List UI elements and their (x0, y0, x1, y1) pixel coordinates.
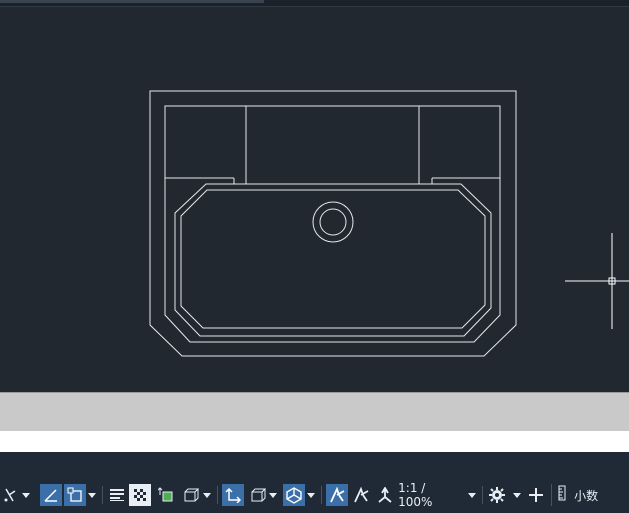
polar-tracking-icon[interactable] (0, 484, 20, 506)
sink-outer-contour (149, 90, 517, 357)
dropdown-arrow[interactable] (20, 484, 32, 506)
units-label: 小数 (574, 488, 599, 503)
dropdown-arrow[interactable] (201, 484, 213, 506)
dynamic-ucs-icon[interactable] (221, 484, 244, 506)
dropdown-arrow[interactable] (267, 484, 279, 506)
dropdown-arrow[interactable] (511, 484, 523, 506)
annotation-scale-icon[interactable] (374, 484, 396, 506)
workspace-gear-icon[interactable] (487, 484, 507, 506)
drain-inner-circle (319, 208, 347, 236)
units-display[interactable]: 小数 (551, 484, 629, 506)
3d-object-snap-icon[interactable] (179, 484, 201, 506)
dropdown-arrow[interactable] (466, 484, 478, 506)
drawing-canvas[interactable] (0, 7, 629, 392)
crosshair-cursor (565, 233, 629, 329)
layout-tabs-bar[interactable] (0, 431, 629, 452)
annotation-visibility-icon[interactable] (326, 484, 349, 506)
annotation-monitor-icon[interactable] (525, 484, 547, 506)
transparency-icon[interactable] (128, 484, 151, 506)
selection-cycling-icon[interactable] (155, 484, 177, 506)
auto-scale-icon[interactable] (350, 484, 372, 506)
annotation-scale-value[interactable]: 1:1 / 100% (396, 481, 466, 509)
lineweight-icon[interactable] (107, 484, 127, 506)
top-strip (0, 0, 629, 7)
command-line-area[interactable] (0, 392, 629, 431)
object-snap-icon[interactable] (63, 484, 86, 506)
units-icon (558, 485, 566, 505)
file-tab-strip[interactable] (0, 0, 264, 3)
drawing-viewport[interactable] (0, 7, 629, 392)
basin-inner-outline (180, 189, 486, 329)
isometric-angle-icon[interactable] (39, 484, 62, 506)
drain-outer-circle (312, 201, 354, 243)
selection-filter-icon[interactable] (246, 484, 268, 506)
gizmo-icon[interactable] (283, 484, 306, 506)
sink-drawing (149, 90, 517, 357)
status-bar: 1:1 / 100% 小数 (0, 452, 629, 513)
basin-outer-outline (174, 183, 492, 337)
sink-inner-contour (164, 105, 501, 343)
dropdown-arrow[interactable] (86, 484, 98, 506)
dropdown-arrow[interactable] (305, 484, 317, 506)
